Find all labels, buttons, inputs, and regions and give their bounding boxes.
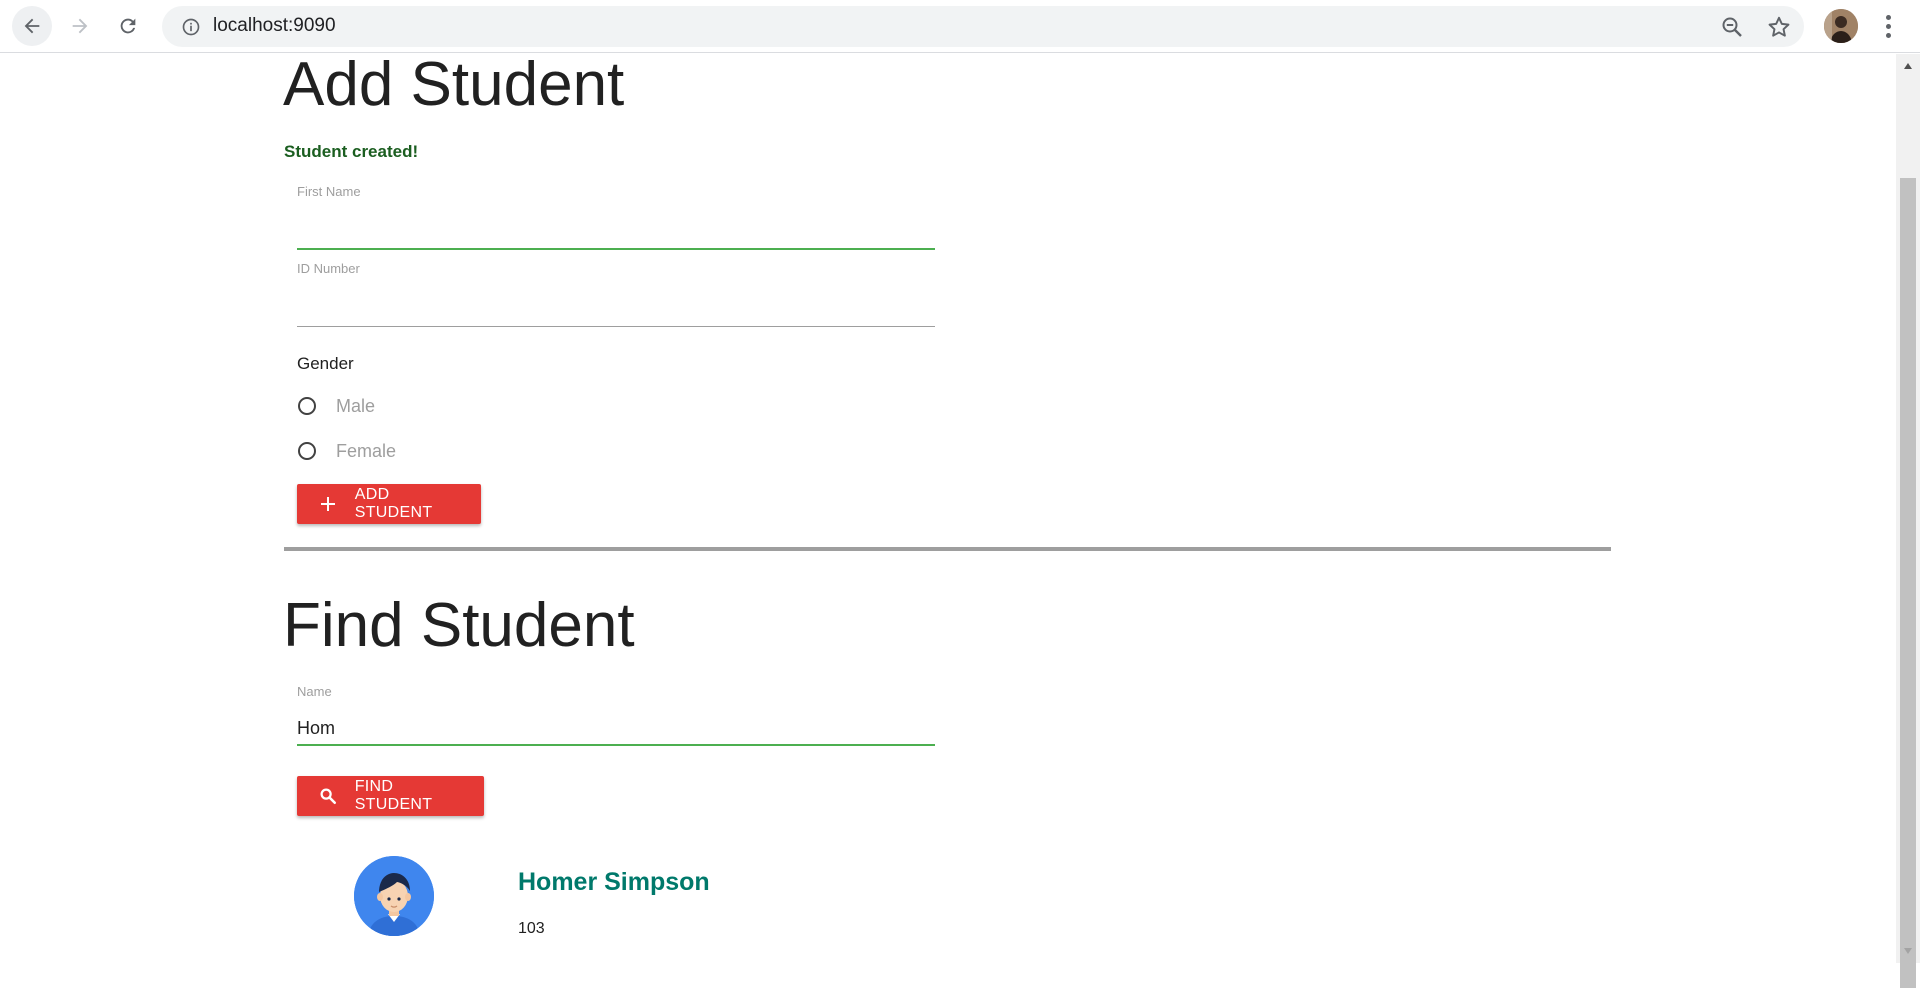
- profile-avatar[interactable]: [1824, 9, 1858, 43]
- star-icon[interactable]: [1766, 14, 1792, 40]
- gender-label: Gender: [297, 354, 354, 373]
- scroll-thumb[interactable]: [1900, 178, 1916, 988]
- id-number-label: ID Number: [297, 261, 360, 276]
- id-number-field[interactable]: [297, 293, 935, 327]
- name-label: Name: [297, 684, 332, 699]
- student-avatar: [354, 856, 434, 936]
- reload-icon: [120, 18, 136, 34]
- gender-option-label: Male: [336, 395, 376, 416]
- arrow-left-icon: [24, 18, 40, 34]
- result-student-name: Homer Simpson: [518, 868, 710, 896]
- find-student-button-label: FIND STUDENT: [354, 778, 433, 813]
- back-button[interactable]: [12, 6, 52, 46]
- kebab-menu-icon[interactable]: [1876, 10, 1900, 42]
- name-search-field[interactable]: [297, 712, 935, 746]
- scroll-up-arrow-icon[interactable]: [1896, 56, 1920, 76]
- browser-toolbar: localhost:9090: [0, 0, 1920, 53]
- scroll-down-arrow-icon[interactable]: [1896, 941, 1920, 961]
- forward-button[interactable]: [60, 6, 100, 46]
- reload-button[interactable]: [108, 6, 148, 46]
- add-student-title: Add Student: [283, 50, 625, 119]
- result-student-id: 103: [518, 920, 545, 937]
- search-icon: [317, 784, 339, 808]
- url-text[interactable]: localhost:9090: [213, 15, 336, 37]
- radio-unchecked-icon[interactable]: [298, 397, 316, 415]
- radio-unchecked-icon[interactable]: [298, 442, 316, 460]
- add-student-button-label: ADD STUDENT: [354, 486, 433, 521]
- plus-icon: [317, 492, 339, 516]
- zoom-out-icon[interactable]: [1720, 15, 1744, 39]
- gender-option-male[interactable]: Male: [298, 394, 375, 418]
- page-scrollbar[interactable]: [1896, 54, 1920, 988]
- find-student-title: Find Student: [283, 591, 635, 660]
- add-student-button[interactable]: ADD STUDENT: [297, 484, 481, 524]
- first-name-label: First Name: [297, 184, 361, 199]
- gender-option-label: Female: [336, 440, 397, 461]
- find-student-button[interactable]: FIND STUDENT: [297, 776, 484, 816]
- first-name-field[interactable]: [297, 216, 935, 250]
- gender-option-female[interactable]: Female: [298, 439, 396, 463]
- section-divider: [284, 547, 1611, 551]
- info-icon[interactable]: [180, 16, 201, 37]
- arrow-right-icon: [72, 18, 88, 34]
- page-content: Add Student Student created! First Name …: [0, 54, 1896, 963]
- success-message: Student created!: [284, 142, 419, 161]
- address-bar[interactable]: localhost:9090: [162, 6, 1804, 47]
